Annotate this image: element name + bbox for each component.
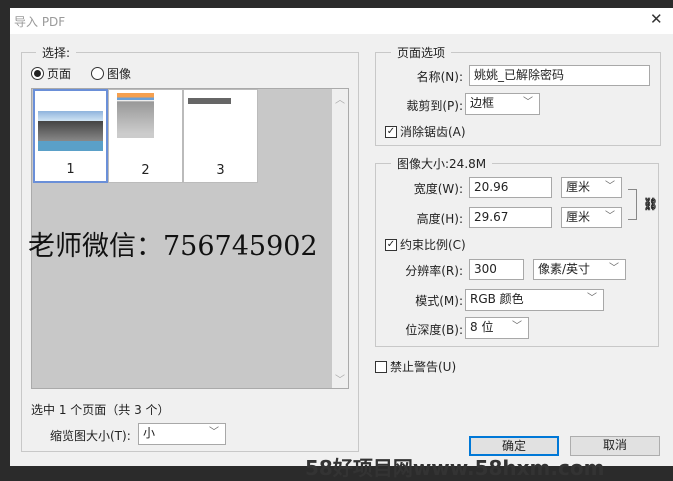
height-input[interactable]: 29.67 [469, 207, 552, 228]
mode-select[interactable]: RGB 颜色 ﹀ [465, 289, 604, 311]
width-unit-value: 厘米 [566, 180, 591, 194]
image-size-legend: 图像大小:24.8M [391, 155, 493, 172]
width-label: 宽度(W): [413, 182, 463, 196]
thumb-size-select[interactable]: 小 ﹀ [138, 423, 226, 445]
radio-checked-icon [31, 67, 44, 80]
scroll-down-icon[interactable]: ﹀ [335, 371, 345, 386]
resolution-label: 分辨率(R): [405, 264, 463, 278]
crop-label: 裁剪到(P): [406, 99, 463, 113]
radio-pages-label: 页面 [47, 67, 72, 81]
thumbnail-scrollbar[interactable]: ︿ ﹀ [332, 89, 348, 388]
width-input[interactable]: 20.96 [469, 177, 552, 198]
resolution-input[interactable]: 300 [469, 259, 524, 280]
checkbox-unchecked-icon [375, 360, 387, 373]
watermark-wechat: 老师微信：756745902 [28, 231, 318, 262]
antialias-checkbox[interactable]: ✓ 消除锯齿(A) [385, 123, 466, 140]
width-unit-select[interactable]: 厘米 ﹀ [561, 177, 622, 198]
depth-select[interactable]: 8 位 ﹀ [465, 317, 529, 339]
thumbnail-number: 3 [216, 163, 225, 178]
resolution-unit-value: 像素/英寸 [538, 262, 591, 276]
chevron-down-icon: ﹀ [587, 293, 597, 304]
thumbnail-number: 2 [141, 163, 150, 178]
select-legend: 选择: [36, 44, 77, 61]
title-bar [10, 8, 673, 34]
mode-value: RGB 颜色 [470, 292, 524, 306]
chevron-down-icon: ﹀ [209, 427, 219, 438]
resolution-unit-select[interactable]: 像素/英寸 ﹀ [533, 259, 626, 280]
constrain-label: 约束比例(C) [400, 238, 466, 252]
chevron-down-icon: ﹀ [605, 211, 615, 222]
chevron-down-icon: ﹀ [609, 263, 619, 274]
antialias-label: 消除锯齿(A) [400, 125, 466, 139]
thumbnail-number: 1 [66, 162, 75, 177]
page-thumbnail[interactable]: 2 [108, 89, 183, 183]
constrain-checkbox[interactable]: ✓ 约束比例(C) [385, 236, 466, 253]
height-unit-select[interactable]: 厘米 ﹀ [561, 207, 622, 228]
radio-unchecked-icon [91, 67, 104, 80]
checkbox-checked-icon: ✓ [385, 125, 397, 138]
radio-images[interactable]: 图像 [91, 65, 131, 82]
name-input[interactable]: 姚姚_已解除密码 [469, 65, 650, 86]
radio-images-label: 图像 [107, 67, 132, 81]
scroll-up-icon[interactable]: ︿ [335, 91, 345, 106]
page-thumbnail[interactable]: 1 [33, 89, 108, 183]
page-thumbnail[interactable]: 3 [183, 89, 258, 183]
chevron-down-icon: ﹀ [512, 321, 522, 332]
height-label: 高度(H): [416, 212, 463, 226]
selection-status: 选中 1 个页面（共 3 个） [31, 403, 170, 417]
watermark-site: 58好项目网www.58hxm.com [305, 456, 605, 480]
depth-label: 位深度(B): [405, 323, 463, 337]
close-icon[interactable]: ✕ [650, 10, 663, 28]
chain-link-icon[interactable]: ⛓ [643, 197, 658, 211]
chevron-down-icon: ﹀ [605, 181, 615, 192]
depth-value: 8 位 [470, 320, 494, 334]
thumb-size-value: 小 [143, 426, 156, 440]
page-options-legend: 页面选项 [391, 44, 452, 61]
height-unit-value: 厘米 [566, 210, 591, 224]
name-label: 名称(N): [416, 70, 463, 84]
link-bracket [628, 189, 637, 220]
thumb-size-label: 缩览图大小(T): [50, 429, 131, 443]
suppress-warnings-checkbox[interactable]: 禁止警告(U) [375, 358, 456, 375]
crop-select[interactable]: 边框 ﹀ [465, 93, 540, 115]
crop-value: 边框 [470, 96, 495, 110]
suppress-warnings-label: 禁止警告(U) [390, 360, 457, 374]
checkbox-checked-icon: ✓ [385, 238, 397, 251]
mode-label: 模式(M): [415, 294, 463, 308]
window-title: 导入 PDF [14, 15, 66, 29]
chevron-down-icon: ﹀ [523, 97, 533, 108]
radio-pages[interactable]: 页面 [31, 65, 71, 82]
